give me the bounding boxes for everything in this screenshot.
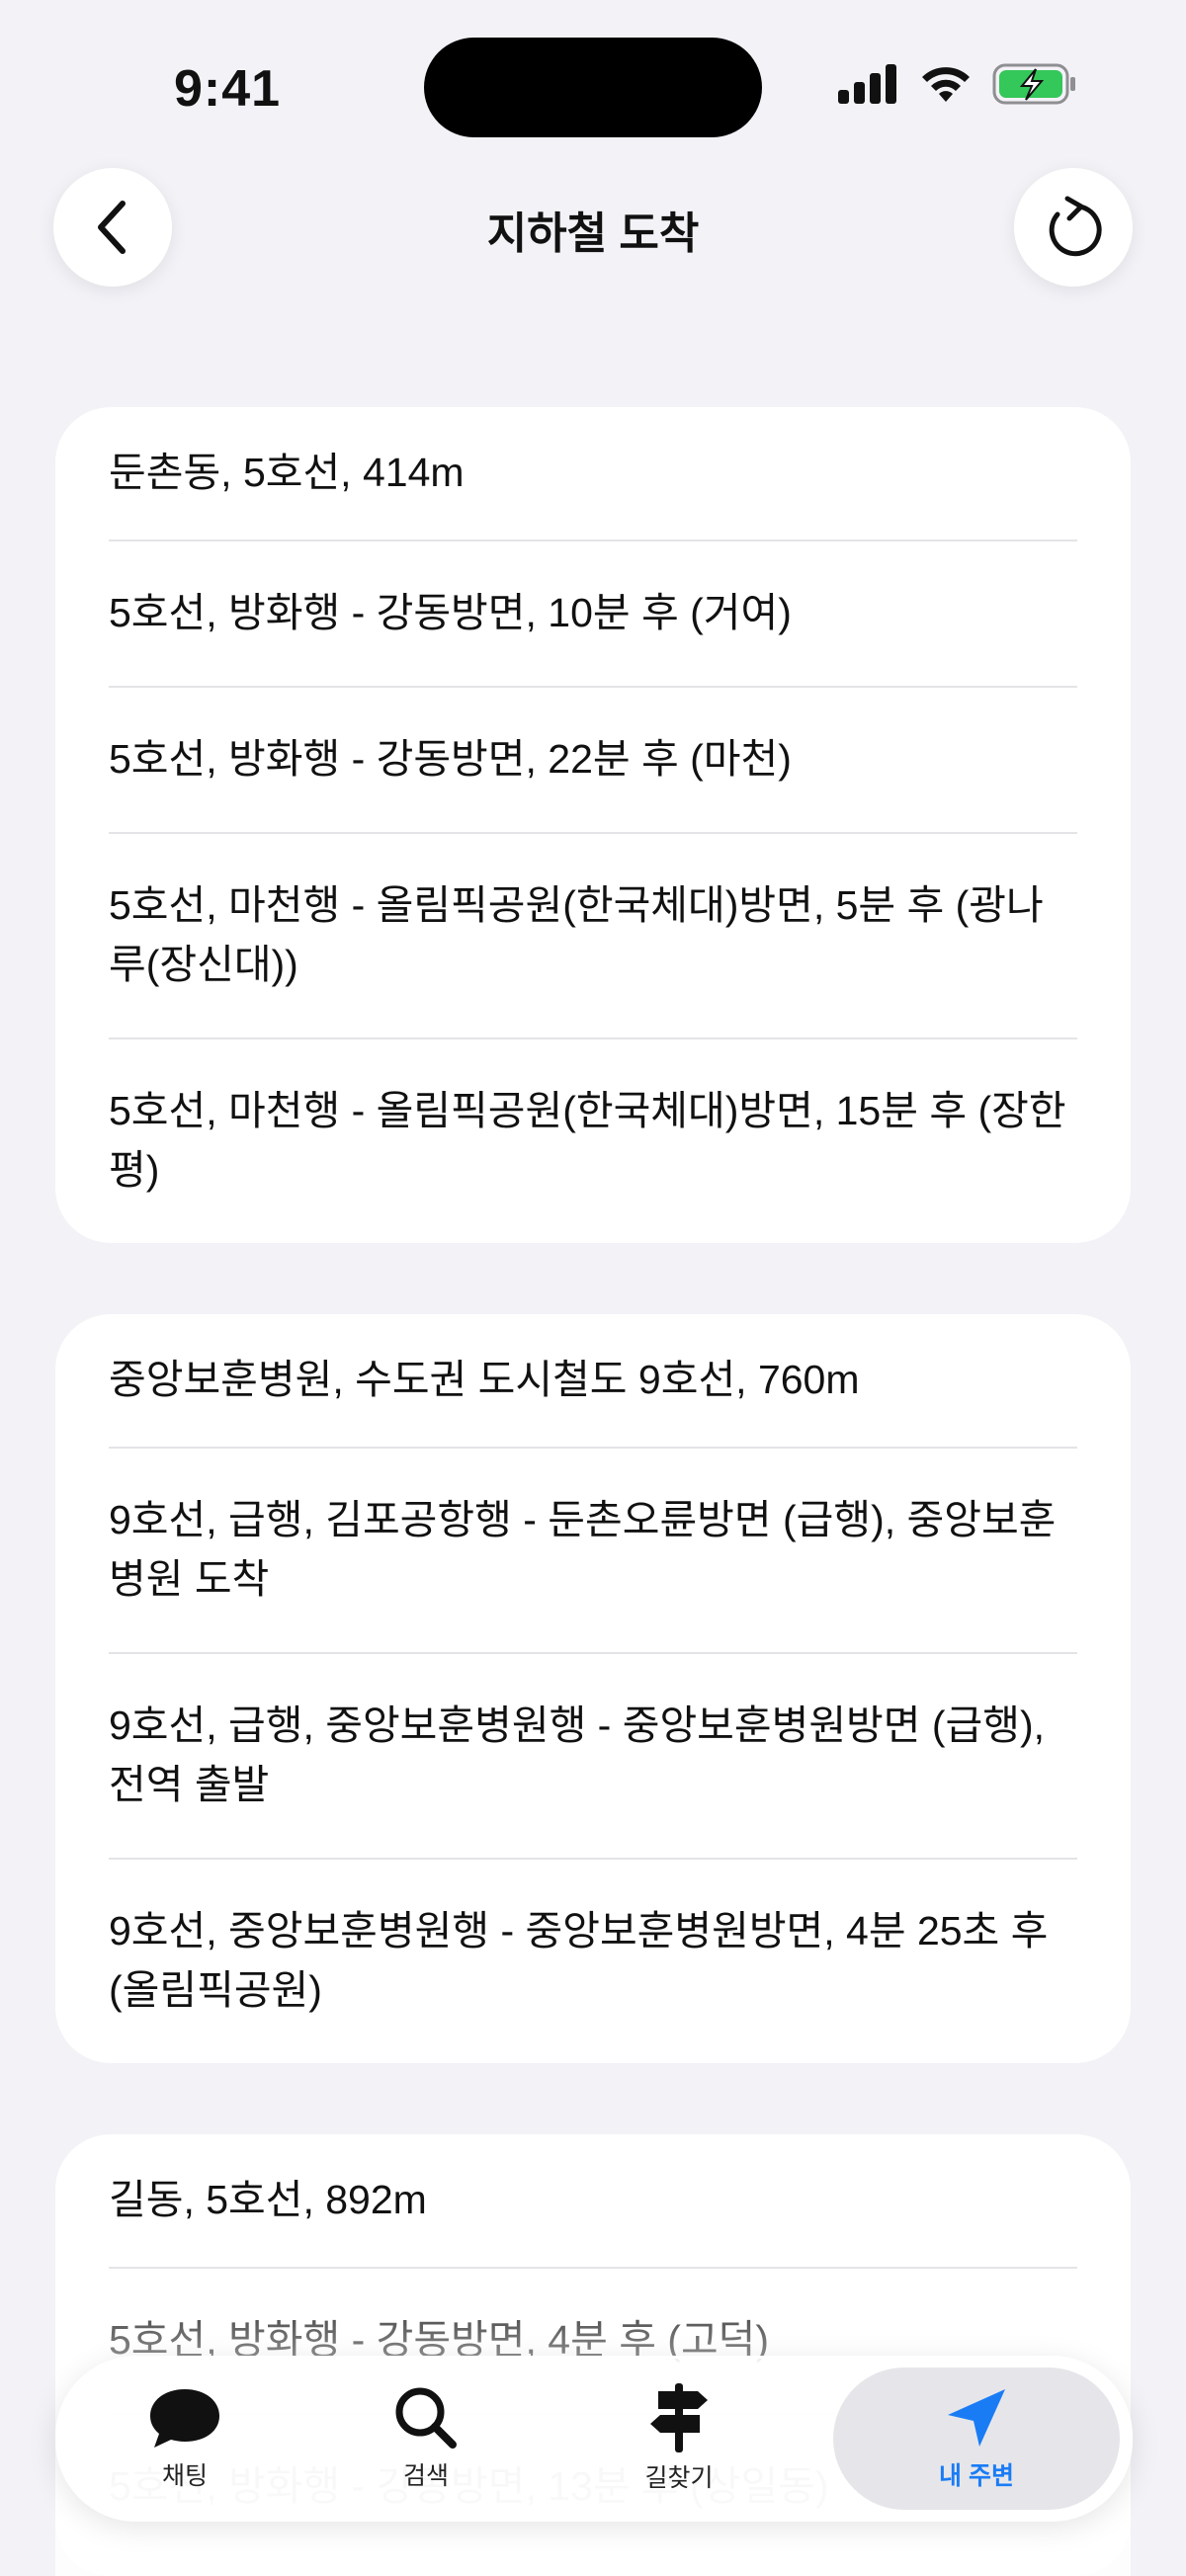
search-icon	[395, 2387, 457, 2449]
station-header[interactable]: 길동, 5호선, 892m	[109, 2134, 1077, 2269]
station-card-dunchon: 둔촌동, 5호선, 414m 5호선, 방화행 - 강동방면, 10분 후 (거…	[55, 407, 1131, 1243]
signal-icon	[838, 64, 896, 104]
tab-directions[interactable]: 길찾기	[580, 2359, 778, 2519]
tab-label: 내 주변	[939, 2462, 1014, 2490]
arrival-row[interactable]: 5호선, 방화행 - 강동방면, 22분 후 (마천)	[109, 688, 1077, 834]
arrival-row[interactable]: 9호선, 급행, 중앙보훈병원행 - 중앙보훈병원방면 (급행), 전역 출발	[109, 1654, 1077, 1860]
tab-label: 검색	[402, 2462, 449, 2490]
tab-bar: 채팅 검색 길찾기 내 주변	[55, 2356, 1133, 2522]
tab-search[interactable]: 검색	[327, 2359, 525, 2519]
station-header[interactable]: 둔촌동, 5호선, 414m	[109, 407, 1077, 541]
wifi-icon	[922, 67, 970, 102]
tab-nearby[interactable]: 내 주변	[833, 2368, 1120, 2510]
refresh-button[interactable]	[1014, 168, 1133, 287]
arrival-row[interactable]: 5호선, 마천행 - 올림픽공원(한국체대)방면, 5분 후 (광나루(장신대)…	[109, 834, 1077, 1039]
signpost-icon	[650, 2383, 708, 2452]
battery-charging-icon	[992, 63, 1075, 105]
arrival-row[interactable]: 5호선, 방화행 - 강동방면, 10분 후 (거여)	[109, 541, 1077, 688]
refresh-icon	[1049, 196, 1102, 257]
tab-label: 길찾기	[644, 2464, 714, 2492]
dynamic-island	[424, 38, 762, 137]
status-time: 9:41	[174, 60, 282, 118]
chat-bubble-icon	[150, 2389, 219, 2448]
tab-label: 채팅	[161, 2462, 208, 2490]
location-arrow-icon	[947, 2389, 1005, 2447]
status-icons	[838, 63, 1077, 105]
tab-chat[interactable]: 채팅	[86, 2359, 284, 2519]
arrival-row[interactable]: 9호선, 급행, 김포공항행 - 둔촌오륜방면 (급행), 중앙보훈병원 도착	[109, 1449, 1077, 1654]
station-card-veterans-hospital: 중앙보훈병원, 수도권 도시철도 9호선, 760m 9호선, 급행, 김포공항…	[55, 1314, 1131, 2063]
arrival-row[interactable]: 9호선, 중앙보훈병원행 - 중앙보훈병원방면, 4분 25초 후 (올림픽공원…	[109, 1860, 1077, 2063]
tab-nearby-content: 내 주변	[939, 2385, 1014, 2492]
arrival-row[interactable]: 5호선, 마천행 - 올림픽공원(한국체대)방면, 15분 후 (장한평)	[109, 1039, 1077, 1243]
page-title: 지하철 도착	[486, 209, 700, 258]
station-header[interactable]: 중앙보훈병원, 수도권 도시철도 9호선, 760m	[109, 1314, 1077, 1449]
